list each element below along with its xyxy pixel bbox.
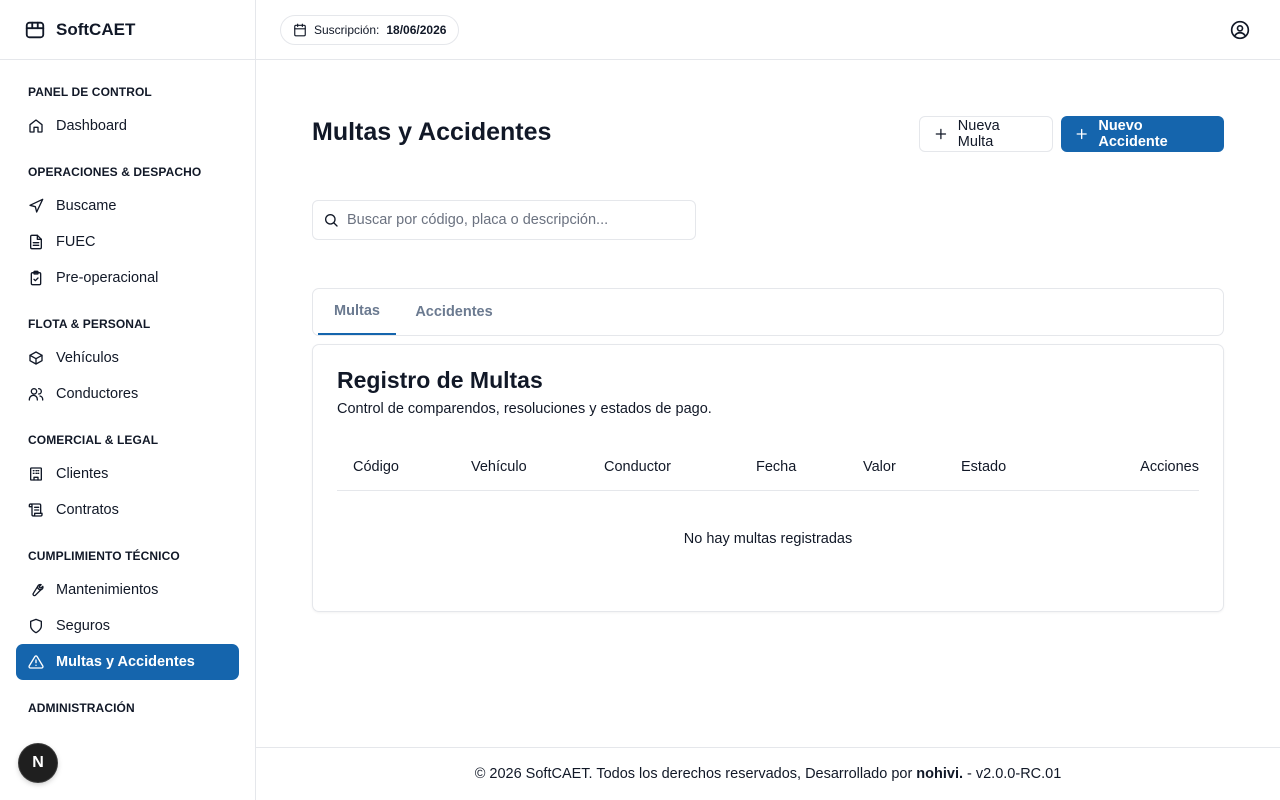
sidebar-item-label: FUEC (56, 234, 96, 250)
topbar: Suscripción: 18/06/2026 (256, 0, 1280, 60)
column-header-acciones: Acciones (1140, 459, 1199, 475)
sidebar-item-label: Conductores (56, 386, 139, 402)
sidebar-item-fuec[interactable]: FUEC (16, 224, 239, 260)
subscription-date: 18/06/2026 (386, 23, 447, 37)
footer-copyright: © 2026 SoftCAET. Todos los derechos rese… (474, 766, 913, 782)
page-title: Multas y Accidentes (312, 118, 552, 146)
search-icon (325, 214, 338, 227)
sidebar-item-conductores[interactable]: Conductores (16, 376, 239, 412)
sidebar-item-seguros[interactable]: Seguros (16, 608, 239, 644)
calendar-icon (294, 23, 306, 37)
avatar[interactable]: N (19, 744, 57, 782)
navigation-icon (29, 198, 44, 213)
sidebar-item-multas-accidentes[interactable]: Multas y Accidentes (16, 644, 239, 680)
sidebar-item-label: Buscame (56, 198, 117, 214)
sidebar-item-vehiculos[interactable]: Vehículos (16, 340, 239, 376)
card-description: Control de comparendos, resoluciones y e… (337, 401, 712, 417)
new-accident-label: Nuevo Accidente (1098, 118, 1168, 150)
plus-icon (935, 128, 947, 140)
empty-state: No hay multas registradas (683, 531, 853, 547)
section-title-comercial: COMERCIAL & LEGAL (28, 433, 159, 447)
card-title: Registro de Multas (337, 367, 543, 393)
sidebar-item-label: Seguros (56, 618, 111, 634)
column-header-vehiculo: Vehículo (471, 459, 527, 475)
sidebar: SoftCAET PANEL DE CONTROL Dashboard OPER… (0, 0, 256, 800)
sidebar-item-mantenimientos[interactable]: Mantenimientos (16, 572, 239, 608)
sidebar-item-pre-operacional[interactable]: Pre-operacional (16, 260, 239, 296)
table-header: Código Vehículo Conductor Fecha Valor Es… (337, 445, 1199, 491)
shield-icon (30, 618, 42, 634)
new-fine-label: Nueva Multa (957, 118, 1000, 150)
sidebar-item-contratos[interactable]: Contratos (16, 492, 239, 528)
user-circle-icon[interactable] (1230, 20, 1250, 40)
building-icon (30, 467, 42, 481)
section-title-cumplimiento: CUMPLIMIENTO TÉCNICO (28, 549, 180, 563)
file-text-icon (30, 234, 42, 250)
section-title-flota: FLOTA & PERSONAL (28, 317, 151, 331)
sidebar-item-label: Clientes (56, 466, 109, 482)
footer-version: - v2.0.0-RC.01 (967, 766, 1062, 782)
new-accident-button[interactable]: Nuevo Accidente (1061, 116, 1224, 152)
sidebar-item-label: Mantenimientos (56, 582, 159, 598)
section-title-operaciones: OPERACIONES & DESPACHO (28, 165, 202, 179)
column-header-conductor: Conductor (604, 459, 671, 475)
users-icon (28, 388, 44, 401)
search-box (312, 200, 696, 240)
clipboard-check-icon (30, 270, 42, 286)
box-icon (29, 351, 43, 365)
alert-triangle-icon (28, 655, 44, 669)
sidebar-item-dashboard[interactable]: Dashboard (16, 108, 239, 144)
tab-accidentes[interactable]: Accidentes (405, 289, 503, 335)
sidebar-item-label: Contratos (56, 502, 119, 518)
package-icon (25, 21, 45, 38)
sidebar-item-clientes[interactable]: Clientes (16, 456, 239, 492)
sidebar-item-label: Multas y Accidentes (56, 654, 195, 670)
sidebar-item-label: Vehículos (56, 350, 119, 366)
subscription-label: Suscripción: (314, 23, 380, 37)
search-input[interactable] (347, 212, 677, 228)
home-icon (29, 119, 43, 133)
wrench-icon (32, 583, 44, 597)
column-header-codigo: Código (353, 459, 399, 475)
section-title-panel: PANEL DE CONTROL (28, 85, 152, 99)
tab-multas[interactable]: Multas (318, 289, 396, 335)
scroll-icon (28, 503, 43, 517)
sidebar-item-buscame[interactable]: Buscame (16, 188, 239, 224)
sidebar-item-label: Pre-operacional (56, 270, 159, 286)
fines-card: Registro de Multas Control de comparendo… (312, 344, 1224, 612)
brand[interactable]: SoftCAET (0, 0, 255, 60)
column-header-valor: Valor (863, 459, 896, 475)
footer-developer-link[interactable]: nohivi. (916, 766, 963, 782)
section-title-administracion: ADMINISTRACIÓN (28, 701, 135, 715)
column-header-fecha: Fecha (756, 459, 797, 475)
footer: © 2026 SoftCAET. Todos los derechos rese… (256, 747, 1280, 800)
column-header-estado: Estado (961, 459, 1007, 475)
new-fine-button[interactable]: Nueva Multa (919, 116, 1053, 152)
sidebar-nav: PANEL DE CONTROL Dashboard OPERACIONES &… (0, 60, 255, 716)
subscription-badge: Suscripción: 18/06/2026 (280, 15, 460, 45)
app-name: SoftCAET (56, 19, 136, 39)
sidebar-item-label: Dashboard (56, 118, 127, 134)
plus-icon (1076, 128, 1087, 140)
tab-list: Multas Accidentes (312, 288, 1224, 336)
main-content: Multas y Accidentes Nueva Multa Nuevo Ac… (256, 60, 1280, 748)
